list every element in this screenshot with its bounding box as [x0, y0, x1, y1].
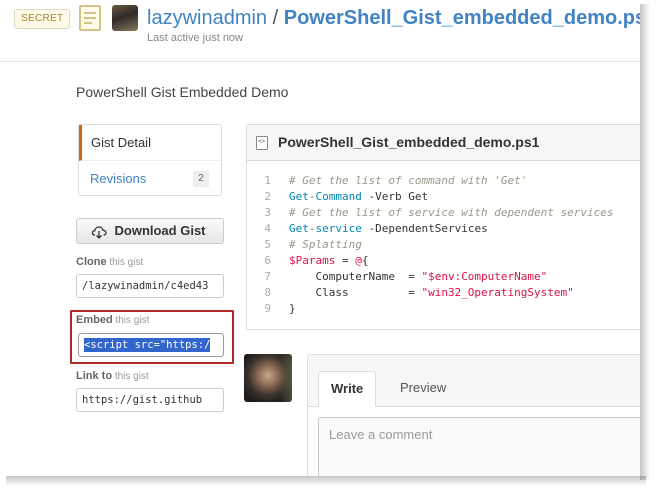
code-line: 5 # Splatting	[247, 237, 640, 253]
code-text: Get-service -DependentServices	[289, 221, 488, 237]
code-token: # Get the list of command with 'Get'	[289, 174, 528, 187]
page-shadow-bottom	[6, 476, 646, 486]
line-number: 6	[264, 254, 271, 267]
embed-label-rest: this gist	[112, 315, 150, 326]
secret-gist-icon	[79, 5, 101, 31]
code-text: ComputerName = "$env:ComputerName"	[289, 269, 547, 285]
code-text: # Get the list of command with 'Get'	[289, 173, 527, 189]
code-text: }	[289, 301, 296, 317]
code-line: 6 $Params = @{	[247, 253, 640, 269]
code-token: Get-service	[289, 222, 362, 235]
code-listing: 1 # Get the list of command with 'Get' 2 Ge…	[247, 173, 640, 317]
line-number: 7	[264, 270, 271, 283]
commenter-avatar[interactable]	[244, 354, 292, 402]
page-shadow-right	[640, 4, 650, 480]
gist-file-box: PowerShell_Gist_embedded_demo.ps1 1 # Get…	[246, 124, 640, 330]
gist-name-link[interactable]: PowerShell_Gist_embedded_demo.ps1	[284, 7, 640, 29]
code-token: # Splatting	[289, 238, 362, 251]
code-token: }	[289, 302, 296, 315]
comment-tabs: Write Preview	[308, 355, 640, 407]
code-token: =	[335, 254, 356, 267]
download-gist-label: Download Gist	[114, 223, 206, 238]
screenshot-canvas: SECRET lazywinadmin / PowerShell_Gist_em…	[0, 0, 656, 490]
gist-title: lazywinadmin / PowerShell_Gist_embedded_…	[147, 6, 640, 30]
title-separator: /	[272, 7, 279, 29]
line-number: 8	[264, 286, 271, 299]
embed-code-field[interactable]: <script src="https:/	[78, 333, 224, 357]
code-line: 4 Get-service -DependentServices	[247, 221, 640, 237]
secret-badge: SECRET	[14, 9, 71, 29]
line-number: 4	[264, 222, 271, 235]
link-label-rest: this gist	[112, 371, 149, 382]
code-token: {	[361, 254, 369, 267]
code-line: 2 Get-Command -Verb Get	[247, 189, 640, 205]
clone-url-field[interactable]: /lazywinadmin/c4ed43	[76, 274, 224, 298]
code-line: 8 Class = "win32_OperatingSystem"	[247, 285, 640, 301]
code-token: -Verb Get	[361, 190, 429, 203]
owner-avatar[interactable]	[112, 5, 138, 31]
code-file-icon	[256, 136, 268, 150]
code-text: Class = "win32_OperatingSystem"	[289, 285, 574, 301]
owner-link[interactable]: lazywinadmin	[147, 7, 267, 29]
code-token: @	[355, 254, 362, 267]
embed-code-selection: <script src="https:/	[84, 338, 211, 352]
line-number: 2	[264, 190, 271, 203]
code-line: 9}	[247, 301, 640, 317]
file-name[interactable]: PowerShell_Gist_embedded_demo.ps1	[278, 134, 539, 150]
tab-write[interactable]: Write	[318, 371, 377, 407]
clone-label: Clone this gist	[76, 256, 143, 268]
comment-textarea[interactable]: Leave a comment	[318, 417, 640, 476]
cloud-download-icon	[91, 226, 107, 239]
line-number: 9	[264, 302, 271, 315]
comment-form: Write Preview Leave a comment	[307, 354, 640, 476]
code-text: Get-Command -Verb Get	[289, 189, 428, 205]
code-token: ComputerName =	[289, 270, 422, 283]
gist-link-field[interactable]: https://gist.github	[76, 388, 224, 412]
code-token: # Get the list of service with dependent…	[289, 206, 614, 219]
sidebar-item-gist-detail[interactable]: Gist Detail	[79, 125, 221, 161]
gist-page: SECRET lazywinadmin / PowerShell_Gist_em…	[0, 0, 640, 476]
gist-description: PowerShell Gist Embedded Demo	[76, 84, 289, 100]
code-token: Get-Command	[289, 190, 362, 203]
link-label-bold: Link to	[76, 370, 113, 382]
line-number: 5	[264, 238, 271, 251]
code-token: "$env:ComputerName"	[421, 270, 548, 283]
code-line: 7 ComputerName = "$env:ComputerName"	[247, 269, 640, 285]
line-number: 1	[264, 174, 271, 187]
tab-preview[interactable]: Preview	[388, 371, 458, 407]
code-token: -DependentServices	[361, 222, 488, 235]
gist-header: SECRET lazywinadmin / PowerShell_Gist_em…	[0, 0, 640, 62]
code-token: "win32_OperatingSystem"	[421, 286, 574, 299]
code-token: $Params	[289, 254, 336, 267]
code-line: 3 # Get the list of service with dependen…	[247, 205, 640, 221]
gist-sidebar-nav: Gist Detail Revisions 2	[78, 124, 222, 196]
code-line: 1 # Get the list of command with 'Get'	[247, 173, 640, 189]
sidebar-item-label: Gist Detail	[91, 135, 151, 150]
embed-label: Embed this gist	[76, 314, 149, 326]
code-token: Class =	[289, 286, 422, 299]
embed-label-bold: Embed	[76, 314, 113, 326]
line-number: 3	[264, 206, 271, 219]
code-text: $Params = @{	[289, 253, 368, 269]
sidebar-item-revisions[interactable]: Revisions 2	[79, 161, 221, 197]
clone-label-rest: this gist	[106, 257, 144, 268]
clone-label-bold: Clone	[76, 256, 107, 268]
last-active-text: Last active just now	[147, 32, 243, 44]
revisions-count-badge: 2	[193, 171, 209, 187]
file-header: PowerShell_Gist_embedded_demo.ps1	[247, 125, 640, 161]
sidebar-item-label: Revisions	[90, 171, 147, 186]
code-text: # Get the list of service with dependent…	[289, 205, 614, 221]
code-text: # Splatting	[289, 237, 362, 253]
download-gist-button[interactable]: Download Gist	[76, 218, 224, 244]
link-label: Link to this gist	[76, 370, 149, 382]
